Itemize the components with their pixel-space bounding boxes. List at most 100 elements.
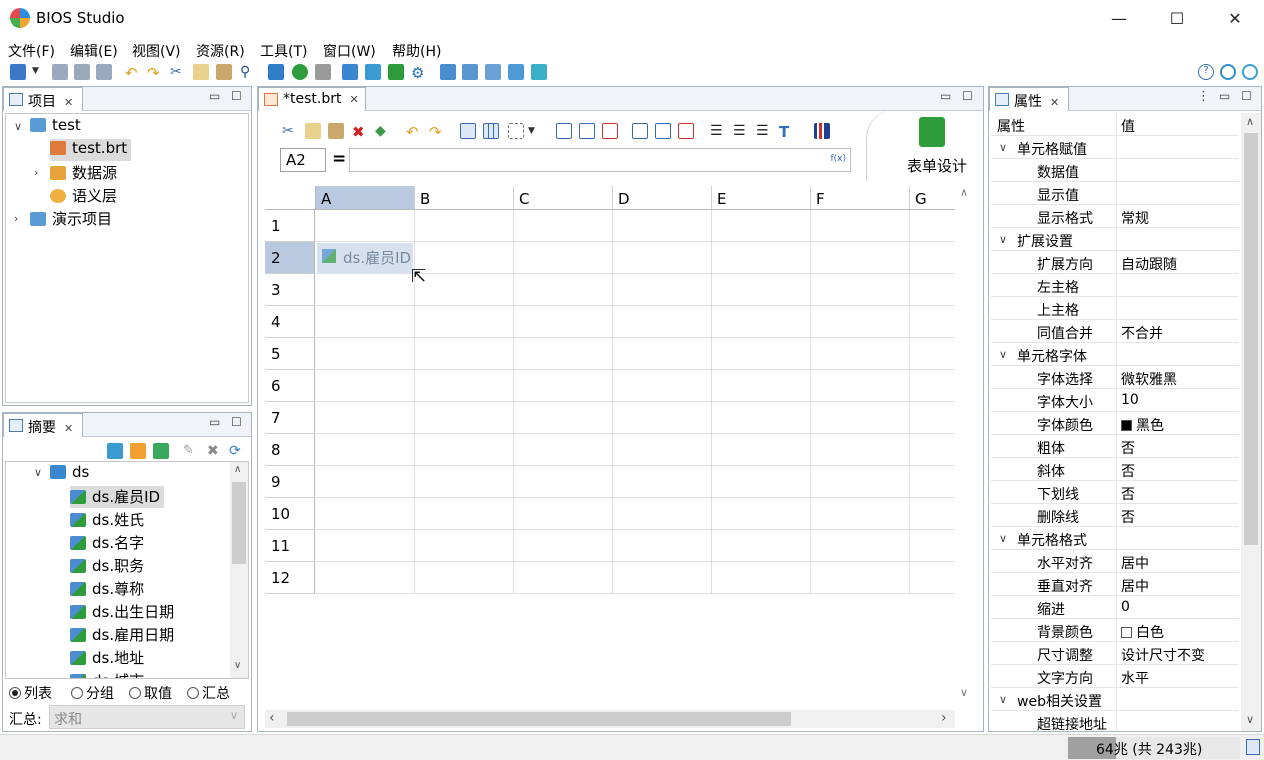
- property-group-row[interactable]: ∨ 单元格格式: [991, 527, 1239, 550]
- row-header-11[interactable]: 11: [265, 530, 315, 562]
- row-header-10[interactable]: 10: [265, 498, 315, 530]
- property-row[interactable]: 字体大小 10: [991, 389, 1239, 412]
- menu-edit[interactable]: 编辑(E): [70, 41, 118, 61]
- chevron-down-icon[interactable]: ∨: [34, 466, 42, 479]
- maximize-panel-icon[interactable]: ☐: [231, 415, 242, 429]
- copy-icon[interactable]: [193, 64, 209, 80]
- paste-icon[interactable]: [216, 64, 232, 80]
- copy-icon[interactable]: [305, 123, 321, 139]
- paste-icon[interactable]: [328, 123, 344, 139]
- minimize-panel-icon[interactable]: ▭: [940, 89, 951, 103]
- tree-item-semantic-layer[interactable]: 语义层: [50, 185, 117, 207]
- chart-report-icon[interactable]: [485, 64, 501, 80]
- formula-input[interactable]: f(x): [349, 148, 851, 172]
- scroll-down-icon[interactable]: ∨: [1246, 713, 1254, 726]
- report-icon[interactable]: [462, 64, 478, 80]
- grid-horizontal-scrollbar[interactable]: ‹ ›: [265, 710, 955, 728]
- property-row[interactable]: 扩展方向 自动跟随: [991, 251, 1239, 274]
- border-icon[interactable]: [508, 123, 524, 139]
- datasource-icon[interactable]: [268, 64, 284, 80]
- radio-aggregate[interactable]: 汇总: [187, 683, 230, 703]
- cut-icon[interactable]: ✂: [282, 123, 298, 139]
- column-header-f[interactable]: F: [811, 186, 910, 210]
- perspective-icon[interactable]: [1220, 64, 1236, 80]
- column-header-e[interactable]: E: [712, 186, 811, 210]
- chevron-down-icon[interactable]: ∨: [999, 693, 1007, 706]
- row-header-2[interactable]: 2: [265, 242, 315, 274]
- dashboard-icon[interactable]: [508, 64, 524, 80]
- property-row[interactable]: 尺寸调整 设计尺寸不变: [991, 642, 1239, 665]
- maximize-button[interactable]: ☐: [1148, 0, 1206, 36]
- menu-file[interactable]: 文件(F): [8, 41, 55, 61]
- close-tab-icon[interactable]: ✕: [64, 96, 73, 109]
- scroll-up-icon[interactable]: ∧: [234, 464, 241, 475]
- param-icon[interactable]: [130, 443, 146, 459]
- row-header-5[interactable]: 5: [265, 338, 315, 370]
- column-header-a[interactable]: A: [316, 186, 415, 210]
- menu-tools[interactable]: 工具(T): [260, 41, 307, 61]
- tab-project[interactable]: 项目 ✕: [3, 87, 83, 111]
- save-as-icon[interactable]: [74, 64, 90, 80]
- column-header-g[interactable]: G: [910, 186, 955, 210]
- radio-value[interactable]: 取值: [129, 683, 172, 703]
- query-icon[interactable]: [531, 64, 547, 80]
- property-row[interactable]: 显示值: [991, 182, 1239, 205]
- delete-icon[interactable]: ✖: [207, 443, 223, 459]
- aggregate-select[interactable]: 求和 ∨: [49, 705, 245, 729]
- property-row[interactable]: 显示格式 常规: [991, 205, 1239, 228]
- settings-icon[interactable]: ⚙: [411, 64, 427, 82]
- property-group-row[interactable]: ∨ 单元格赋值: [991, 136, 1239, 159]
- column-header-b[interactable]: B: [415, 186, 514, 210]
- scroll-thumb[interactable]: [232, 482, 246, 564]
- field-item[interactable]: ds.职务: [70, 555, 148, 577]
- radio-list[interactable]: 列表: [9, 683, 52, 703]
- field-item[interactable]: ds.出生日期: [70, 601, 178, 623]
- preview-icon[interactable]: [342, 64, 358, 80]
- find-icon[interactable]: ⚲: [240, 64, 256, 80]
- scroll-thumb[interactable]: [287, 712, 791, 726]
- insert-row-icon[interactable]: [556, 123, 572, 139]
- property-row[interactable]: 字体选择 微软雅黑: [991, 366, 1239, 389]
- chevron-down-icon[interactable]: ∨: [999, 141, 1007, 154]
- support-icon[interactable]: [1242, 64, 1258, 80]
- insert-chart-icon[interactable]: [814, 123, 830, 139]
- refresh-icon[interactable]: ⟳: [229, 443, 245, 459]
- property-row[interactable]: 删除线 否: [991, 504, 1239, 527]
- dropdown-arrow-icon[interactable]: ▼: [32, 66, 42, 82]
- scroll-left-icon[interactable]: ‹: [269, 710, 275, 726]
- vertical-scrollbar[interactable]: ∧ ∨: [230, 462, 248, 678]
- property-row[interactable]: 垂直对齐 居中: [991, 573, 1239, 596]
- property-row[interactable]: 下划线 否: [991, 481, 1239, 504]
- tree-item-test-brt[interactable]: test.brt: [50, 139, 132, 161]
- property-group-row[interactable]: ∨ 单元格字体: [991, 343, 1239, 366]
- minimize-button[interactable]: —: [1090, 0, 1148, 36]
- table-icon[interactable]: [107, 443, 123, 459]
- scroll-thumb[interactable]: [1244, 133, 1258, 545]
- delete-row-icon[interactable]: [602, 123, 618, 139]
- garbage-collect-icon[interactable]: [1246, 739, 1260, 755]
- column-header-c[interactable]: C: [514, 186, 613, 210]
- insert-column-icon[interactable]: [632, 123, 648, 139]
- menu-view[interactable]: 视图(V): [132, 41, 181, 61]
- scroll-down-icon[interactable]: ∨: [234, 660, 241, 671]
- scroll-up-icon[interactable]: ∧: [1246, 115, 1254, 128]
- tab-summary[interactable]: 摘要 ✕: [3, 413, 83, 437]
- scroll-down-icon[interactable]: ∨: [960, 686, 968, 699]
- append-column-icon[interactable]: [655, 123, 671, 139]
- close-tab-icon[interactable]: ✕: [64, 422, 73, 435]
- chevron-down-icon[interactable]: ∨: [999, 348, 1007, 361]
- tree-item-datasource[interactable]: 数据源: [50, 162, 117, 184]
- delete-icon[interactable]: ✖: [352, 123, 368, 141]
- merge-cells-icon[interactable]: [460, 123, 476, 139]
- property-row[interactable]: 缩进 0: [991, 596, 1239, 619]
- field-item[interactable]: ds.雇员ID: [70, 486, 165, 508]
- view-menu-icon[interactable]: ⋮: [1197, 89, 1210, 104]
- property-row[interactable]: 上主格: [991, 297, 1239, 320]
- save-all-icon[interactable]: [96, 64, 112, 80]
- property-row[interactable]: 字体颜色 黑色: [991, 412, 1239, 435]
- tree-item-test[interactable]: test: [30, 116, 81, 138]
- scroll-right-icon[interactable]: ›: [941, 710, 947, 726]
- maximize-panel-icon[interactable]: ☐: [231, 89, 242, 103]
- chevron-down-icon[interactable]: ∨: [999, 532, 1007, 545]
- menu-resource[interactable]: 资源(R): [196, 41, 245, 61]
